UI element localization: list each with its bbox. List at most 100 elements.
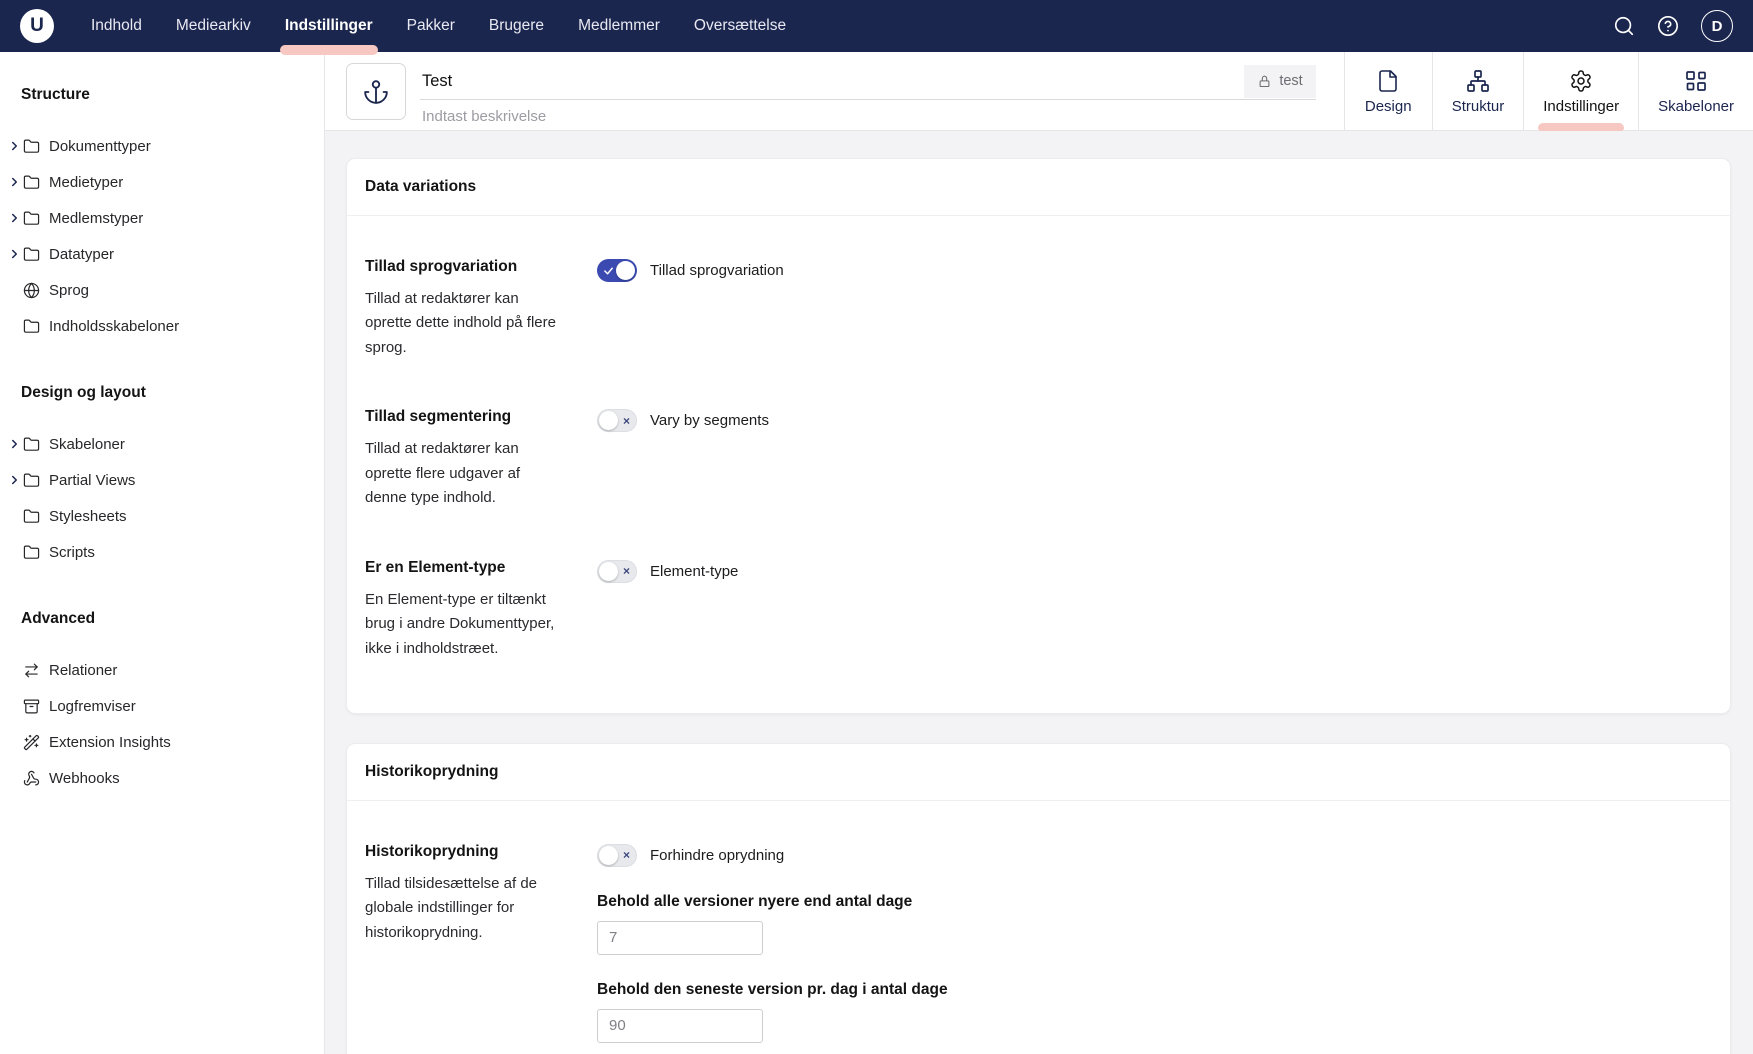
chevron-right-icon[interactable] <box>7 175 22 189</box>
chevron-right-icon[interactable] <box>7 247 22 261</box>
toggle-row: Tillad sprogvariation <box>597 259 1712 282</box>
property-description: En Element-type er tiltænkt brug i andre… <box>365 588 561 661</box>
chevron-right-icon[interactable] <box>7 437 22 451</box>
top-nav-items: IndholdMediearkivIndstillingerPakkerBrug… <box>74 0 803 52</box>
toggle-row: × Element-type <box>597 560 1712 583</box>
property-name: Er en Element-type <box>365 559 577 577</box>
nav-item-overs-ttelse[interactable]: Oversættelse <box>677 0 803 52</box>
swap-icon <box>23 662 40 679</box>
vary-by-segments-toggle[interactable]: × <box>597 409 637 432</box>
toggle-label: Element-type <box>650 563 738 580</box>
tab-struktur[interactable]: Struktur <box>1432 52 1524 131</box>
chevron-placeholder <box>7 663 22 677</box>
tab-label: Skabeloner <box>1658 98 1734 115</box>
tab-skabeloner[interactable]: Skabeloner <box>1638 52 1753 131</box>
card-body: HistorikoprydningTillad tilsidesættelse … <box>347 801 1730 1054</box>
tillad-sprogvariation-toggle[interactable] <box>597 259 637 282</box>
field-input-behold-alle-versioner-nyere-end-antal-dage[interactable] <box>597 921 763 955</box>
chevron-right-icon[interactable] <box>7 211 22 225</box>
folder-icon <box>23 544 40 561</box>
grid-icon <box>1684 69 1708 93</box>
tab-design[interactable]: Design <box>1344 52 1432 131</box>
toggle-label: Vary by segments <box>650 412 769 429</box>
anchor-icon <box>363 79 389 105</box>
property-control: Tillad sprogvariation <box>597 258 1712 360</box>
sidebar-item-label: Sprog <box>49 282 89 299</box>
content-area: Data variationsTillad sprogvariationTill… <box>325 131 1753 1054</box>
chevron-placeholder <box>7 735 22 749</box>
tab-label: Struktur <box>1452 98 1505 115</box>
sidebar-item-extension-insights[interactable]: Extension Insights <box>7 724 314 760</box>
chevron-right-icon[interactable] <box>7 139 22 153</box>
nav-item-indhold[interactable]: Indhold <box>74 0 159 52</box>
sidebar-item-webhooks[interactable]: Webhooks <box>7 760 314 796</box>
archive-icon <box>23 698 40 715</box>
umbraco-logo[interactable]: U <box>20 9 54 43</box>
property-description: Tillad at redaktører kan oprette dette i… <box>365 287 561 360</box>
field-label: Behold alle versioner nyere end antal da… <box>597 893 1712 911</box>
property-row-tillad-segmentering: Tillad segmenteringTillad at redaktører … <box>365 408 1712 510</box>
main-area: test Design Struktur Indstillinger Skabelon… <box>325 52 1753 1054</box>
field-label: Behold den seneste version pr. dag i ant… <box>597 981 1712 999</box>
sidebar-item-datatyper[interactable]: Datatyper <box>7 236 314 272</box>
toggle-knob <box>599 846 618 865</box>
nav-item-mediearkiv[interactable]: Mediearkiv <box>159 0 268 52</box>
nav-item-medlemmer[interactable]: Medlemmer <box>561 0 677 52</box>
sidebar-item-medlemstyper[interactable]: Medlemstyper <box>7 200 314 236</box>
alias-value: test <box>1279 73 1302 89</box>
sidebar-item-logfremviser[interactable]: Logfremviser <box>7 688 314 724</box>
avatar[interactable]: D <box>1701 10 1733 42</box>
card-historikoprydning: HistorikoprydningHistorikoprydningTillad… <box>346 743 1731 1054</box>
sidebar-item-medietyper[interactable]: Medietyper <box>7 164 314 200</box>
description-input[interactable] <box>420 108 1316 125</box>
folder-icon <box>23 508 40 525</box>
card-data-variations: Data variationsTillad sprogvariationTill… <box>346 158 1731 714</box>
sidebar-item-partial-views[interactable]: Partial Views <box>7 462 314 498</box>
sidebar-item-stylesheets[interactable]: Stylesheets <box>7 498 314 534</box>
sidebar-item-label: Extension Insights <box>49 734 171 751</box>
lock-icon <box>1257 74 1272 89</box>
card-title: Historikoprydning <box>347 744 1730 801</box>
chevron-placeholder <box>7 319 22 333</box>
folder-icon <box>23 210 40 227</box>
element-type-toggle[interactable]: × <box>597 560 637 583</box>
property-description: Tillad tilsidesættelse af de globale ind… <box>365 872 561 945</box>
nav-item-pakker[interactable]: Pakker <box>390 0 472 52</box>
document-type-icon-button[interactable] <box>346 63 406 120</box>
folder-icon <box>23 436 40 453</box>
chevron-right-icon[interactable] <box>7 473 22 487</box>
sidebar-section-title-advanced: Advanced <box>21 610 314 628</box>
field-behold-alle-versioner-nyere-end-antal-dage: Behold alle versioner nyere end antal da… <box>597 893 1712 955</box>
sidebar-item-skabeloner[interactable]: Skabeloner <box>7 426 314 462</box>
field-behold-den-seneste-version-pr-dag-i-antal-dage: Behold den seneste version pr. dag i ant… <box>597 981 1712 1043</box>
name-input[interactable] <box>420 72 1244 91</box>
help-icon[interactable] <box>1657 15 1679 37</box>
document-header: test Design Struktur Indstillinger Skabelon… <box>325 52 1753 131</box>
wand-icon <box>23 734 40 751</box>
property-row-tillad-sprogvariation: Tillad sprogvariation Tillad at redaktøre… <box>365 258 1712 360</box>
search-icon[interactable] <box>1613 15 1635 37</box>
toggle-knob <box>599 411 618 430</box>
forhindre-oprydning-toggle[interactable]: × <box>597 844 637 867</box>
folder-icon <box>23 318 40 335</box>
nav-item-indstillinger[interactable]: Indstillinger <box>268 0 390 52</box>
sidebar-item-relationer[interactable]: Relationer <box>7 652 314 688</box>
name-wrap: test <box>420 63 1316 130</box>
nav-item-brugere[interactable]: Brugere <box>472 0 561 52</box>
toggle-knob <box>599 562 618 581</box>
sidebar-item-sprog[interactable]: Sprog <box>7 272 314 308</box>
sidebar-section-items: Dokumenttyper Medietyper MedlemstyperDatat… <box>7 128 314 344</box>
sidebar-item-label: Medietyper <box>49 174 123 191</box>
toggle-label: Tillad sprogvariation <box>650 262 784 279</box>
field-input-behold-den-seneste-version-pr-dag-i-antal-dage[interactable] <box>597 1009 763 1043</box>
alias-box[interactable]: test <box>1244 65 1315 98</box>
property-row-er-en-element-type: Er en Element-type En Element-type er til… <box>365 559 1712 661</box>
sidebar-item-scripts[interactable]: Scripts <box>7 534 314 570</box>
tab-label: Design <box>1365 98 1412 115</box>
gear-icon <box>1569 69 1593 93</box>
sidebar-item-indholdsskabeloner[interactable]: Indholdsskabeloner <box>7 308 314 344</box>
property-name: Tillad segmentering <box>365 408 577 426</box>
property-label: Tillad sprogvariationTillad at redaktøre… <box>365 258 597 360</box>
tab-indstillinger[interactable]: Indstillinger <box>1523 52 1638 131</box>
sidebar-item-dokumenttyper[interactable]: Dokumenttyper <box>7 128 314 164</box>
